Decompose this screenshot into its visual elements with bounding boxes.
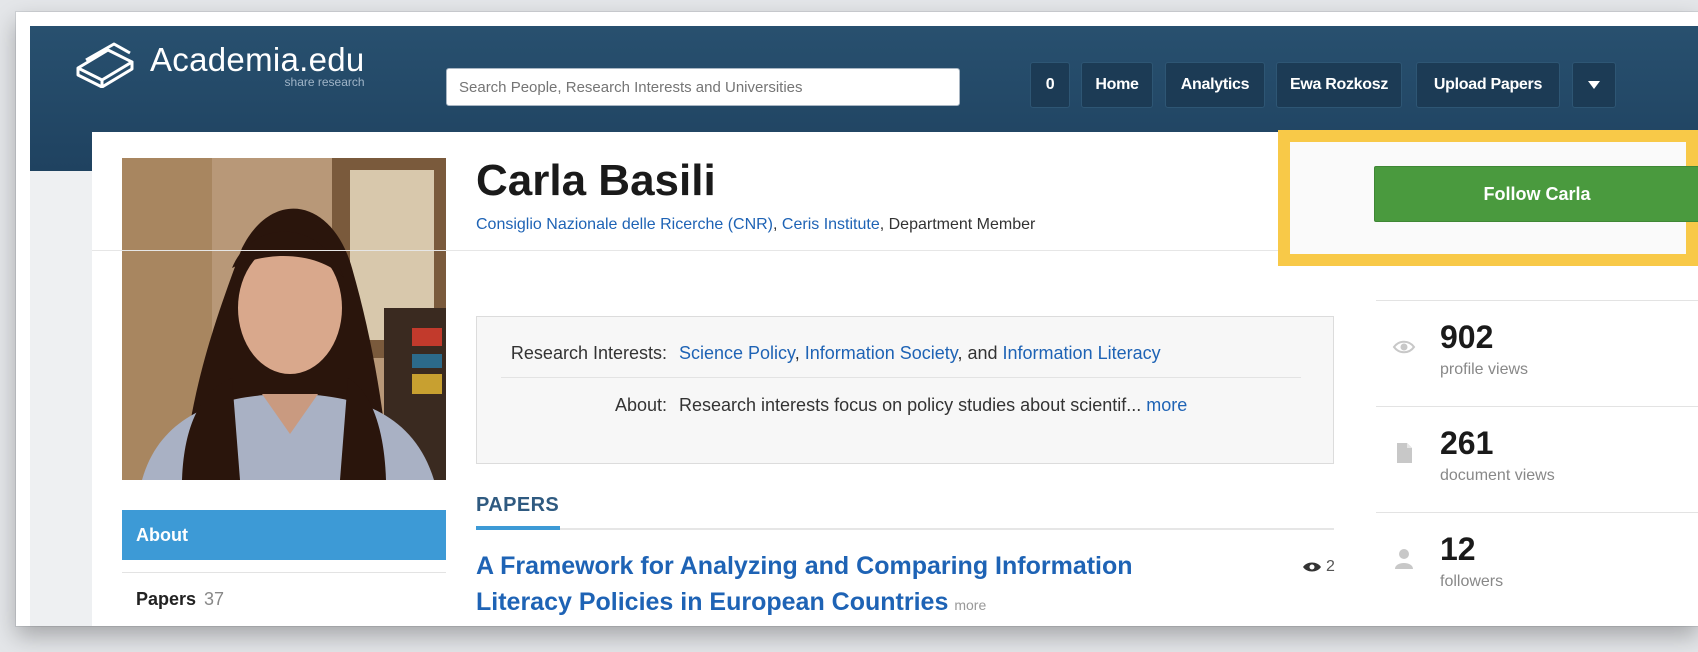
- papers-divider: [560, 528, 1334, 530]
- nav-analytics-button[interactable]: Analytics: [1165, 62, 1265, 108]
- info-box: Research Interests: Science Policy, Info…: [476, 316, 1334, 464]
- about-text: Research interests focus on policy studi…: [679, 395, 1142, 415]
- stat-followers: 12 followers: [1376, 512, 1698, 618]
- about-label: About:: [614, 395, 667, 415]
- paper-more-link[interactable]: more: [954, 597, 986, 613]
- upload-papers-button[interactable]: Upload Papers: [1416, 62, 1560, 108]
- info-divider: [501, 377, 1301, 378]
- about-more-link[interactable]: more: [1146, 395, 1187, 415]
- tab-papers-count: 37: [204, 589, 225, 609]
- eye-icon: [1392, 340, 1416, 354]
- eye-icon: [1303, 562, 1321, 572]
- search-input[interactable]: [446, 68, 960, 106]
- stat-label: document views: [1440, 467, 1555, 484]
- affiliation: Consiglio Nazionale delle Ricerche (CNR)…: [476, 216, 1035, 234]
- stat-label: followers: [1440, 573, 1504, 590]
- person-icon: [1395, 549, 1413, 569]
- institution-link[interactable]: Consiglio Nazionale delle Ricerche (CNR): [476, 216, 773, 233]
- interest-link[interactable]: Information Society: [805, 343, 958, 363]
- tab-about[interactable]: About: [122, 510, 446, 560]
- papers-heading: PAPERS: [476, 494, 560, 516]
- stat-value: 12: [1440, 531, 1476, 567]
- interest-separator: , and: [957, 343, 1003, 363]
- interest-link[interactable]: Information Literacy: [1003, 343, 1161, 363]
- profile-photo: [122, 158, 446, 480]
- tab-papers[interactable]: Papers 37: [122, 572, 446, 626]
- follow-button[interactable]: Follow Carla: [1374, 166, 1698, 222]
- document-icon: [1397, 443, 1412, 463]
- research-interests-label: Research Interests:: [510, 343, 667, 363]
- affiliation-role: , Department Member: [879, 216, 1036, 233]
- paper-view-count: 2: [1302, 558, 1335, 576]
- paper-views-number: 2: [1326, 558, 1335, 575]
- papers-heading-underline: [476, 526, 560, 530]
- header-divider: [92, 250, 1278, 251]
- stat-value: 261: [1440, 425, 1494, 461]
- paper-item: A Framework for Analyzing and Comparing …: [476, 548, 1226, 623]
- unit-link[interactable]: Ceris Institute: [782, 216, 880, 233]
- books-logo-icon: [76, 42, 134, 88]
- page: Academia.edu share research 0 Home Analy…: [30, 26, 1698, 626]
- stat-value: 902: [1440, 319, 1494, 355]
- logo-name: Academia.edu: [150, 41, 365, 78]
- paper-title-link[interactable]: A Framework for Analyzing and Comparing …: [476, 552, 1133, 616]
- interest-link[interactable]: Science Policy: [679, 343, 795, 363]
- tab-papers-label: Papers: [136, 589, 197, 609]
- nav-home-button[interactable]: Home: [1081, 62, 1153, 108]
- stat-document-views: 261 document views: [1376, 406, 1698, 512]
- affiliation-separator: ,: [773, 216, 782, 233]
- caret-down-icon: [1588, 81, 1600, 89]
- screenshot-frame: Academia.edu share research 0 Home Analy…: [16, 12, 1698, 626]
- academia-logo[interactable]: Academia.edu share research: [74, 42, 365, 89]
- stat-label: profile views: [1440, 361, 1529, 378]
- profile-name: Carla Basili: [476, 156, 716, 205]
- stat-profile-views: 902 profile views: [1376, 300, 1698, 406]
- notifications-count-button[interactable]: 0: [1030, 62, 1070, 108]
- interest-separator: ,: [794, 343, 805, 363]
- nav-dropdown-button[interactable]: [1572, 62, 1616, 108]
- nav-user-button[interactable]: Ewa Rozkosz: [1276, 62, 1402, 108]
